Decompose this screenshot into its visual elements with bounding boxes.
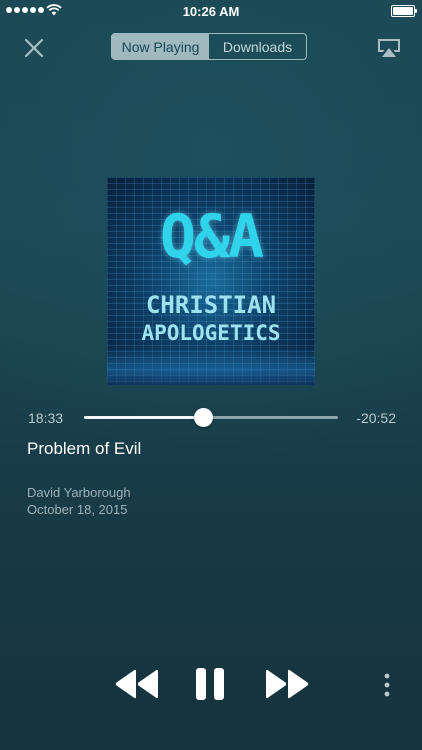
elapsed-time: 18:33 <box>28 410 64 426</box>
remaining-time: -20:52 <box>356 410 396 426</box>
progress-fill <box>84 416 204 419</box>
progress-thumb[interactable] <box>194 408 214 427</box>
episode-title: Problem of Evil <box>27 439 142 458</box>
pause-icon[interactable] <box>194 667 226 701</box>
episode-date: October 18, 2015 <box>27 502 128 517</box>
tab-downloads[interactable]: Downloads <box>209 34 306 59</box>
status-time: 10:26 AM <box>182 4 240 19</box>
artwork-line-2: APOLOGETICS <box>141 321 281 345</box>
artwork-title: Q&A <box>159 202 264 272</box>
more-vertical-icon[interactable] <box>382 673 392 697</box>
episode-author: David Yarborough <box>27 485 131 500</box>
airplay-icon[interactable] <box>376 38 402 58</box>
podcast-artwork: Q&A CHRISTIAN APOLOGETICS <box>107 177 315 385</box>
segmented-control: Now Playing Downloads <box>111 33 307 60</box>
close-icon[interactable] <box>22 36 46 60</box>
artwork-glow <box>107 347 315 385</box>
progress-slider[interactable] <box>84 408 338 427</box>
artwork-line-1: CHRISTIAN <box>145 291 277 319</box>
tab-now-playing[interactable]: Now Playing <box>112 34 209 59</box>
rewind-icon[interactable] <box>114 669 160 699</box>
status-bar: 10:26 AM <box>0 0 422 22</box>
battery-icon <box>391 5 417 17</box>
fast-forward-icon[interactable] <box>264 669 310 699</box>
